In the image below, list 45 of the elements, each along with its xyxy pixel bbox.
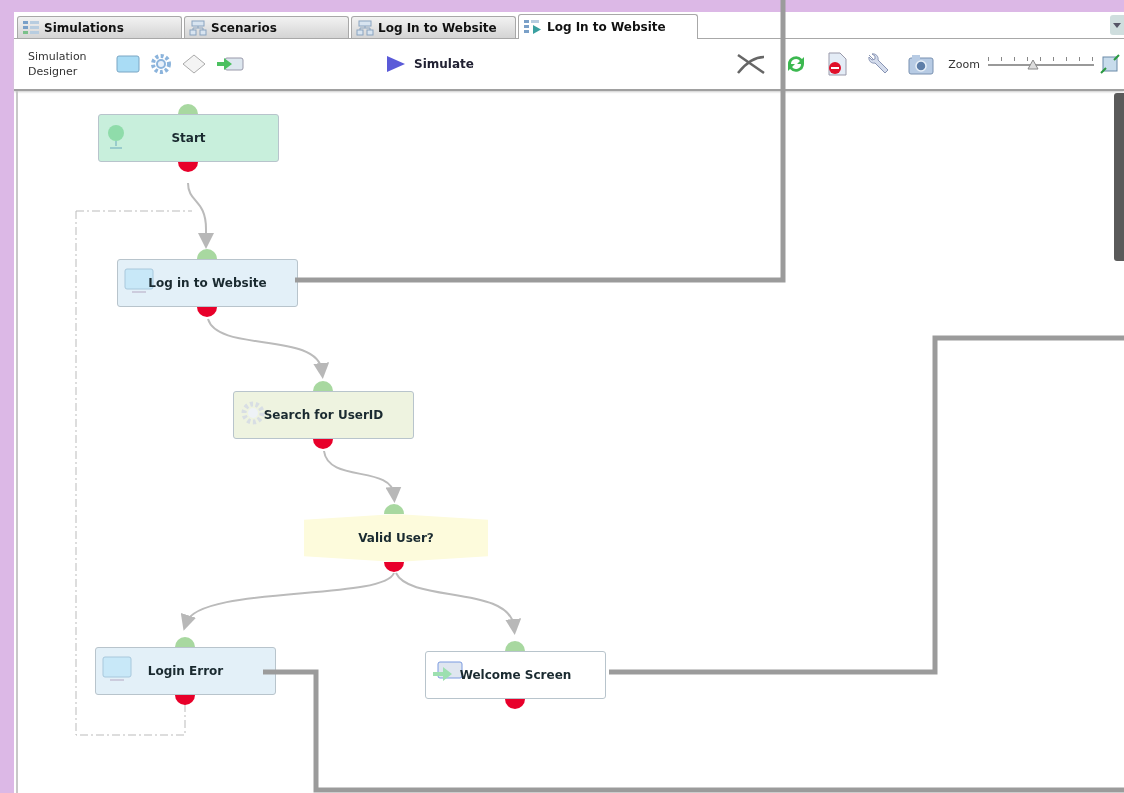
- flowchart-play-icon: [523, 19, 543, 35]
- input-port[interactable]: [197, 249, 217, 259]
- tab[interactable]: Simulations: [17, 16, 182, 38]
- input-port[interactable]: [178, 104, 198, 114]
- output-port[interactable]: [313, 439, 333, 449]
- flow-node[interactable]: Login Error: [95, 647, 276, 695]
- flow-node[interactable]: Welcome Screen: [425, 651, 606, 699]
- flow-node[interactable]: Start: [98, 114, 279, 162]
- toolbar-title: Simulation Designer: [28, 49, 88, 79]
- gear-icon[interactable]: [150, 53, 172, 75]
- output-port[interactable]: [384, 562, 404, 572]
- scissors-icon[interactable]: [736, 53, 767, 75]
- input-port[interactable]: [313, 381, 333, 391]
- screen-arrow-icon[interactable]: [216, 54, 244, 74]
- zoom-slider[interactable]: [988, 57, 1094, 71]
- output-port[interactable]: [197, 307, 217, 317]
- diamond-icon[interactable]: [182, 54, 206, 74]
- monitor-icon: [102, 656, 132, 682]
- tab[interactable]: Scenarios: [184, 16, 349, 38]
- input-port[interactable]: [505, 641, 525, 651]
- screen-icon[interactable]: [116, 55, 140, 73]
- flow-node[interactable]: Search for UserID: [233, 391, 414, 439]
- input-port[interactable]: [175, 637, 195, 647]
- tab[interactable]: Log In to Website: [518, 14, 698, 39]
- play-icon: [386, 55, 406, 73]
- decision-node[interactable]: Valid User?: [304, 514, 488, 562]
- simulate-button[interactable]: Simulate: [384, 53, 476, 75]
- input-port[interactable]: [384, 504, 404, 514]
- flow-node[interactable]: Log in to Website: [117, 259, 298, 307]
- flowchart-icon: [189, 19, 207, 36]
- camera-icon[interactable]: [908, 53, 935, 75]
- wrench-icon[interactable]: [866, 52, 891, 76]
- dropdown-icon[interactable]: [1110, 15, 1124, 35]
- list-icon: [22, 19, 40, 36]
- zoom-label: Zoom: [948, 57, 980, 71]
- connector-arrow: [187, 182, 214, 249]
- output-port[interactable]: [505, 699, 525, 709]
- fit-icon[interactable]: [1100, 54, 1120, 74]
- slider-thumb[interactable]: [1026, 59, 1039, 70]
- globe-icon: [105, 123, 127, 151]
- output-port[interactable]: [178, 162, 198, 172]
- tab[interactable]: Log In to Website: [351, 16, 516, 38]
- flowchart-icon: [356, 19, 374, 36]
- document-stop-icon[interactable]: [826, 52, 849, 76]
- output-port[interactable]: [175, 695, 195, 705]
